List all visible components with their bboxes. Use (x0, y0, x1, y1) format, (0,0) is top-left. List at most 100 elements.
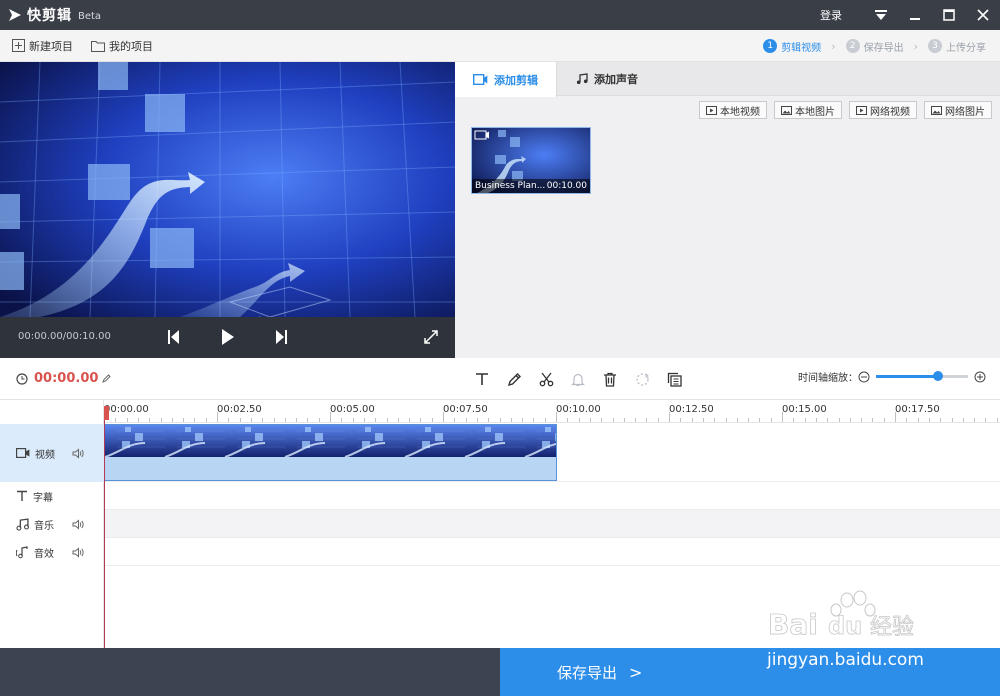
ruler-tick (126, 418, 128, 422)
tab-add-audio[interactable]: 添加声音 (558, 62, 656, 96)
project-toolbar: 新建项目 我的项目 1 剪辑视频 › 2 保存导出 › 3 上传分享 (0, 30, 1000, 62)
minimize-button[interactable] (898, 0, 932, 30)
video-preview[interactable]: 00:00.00/00:10.00 (0, 62, 455, 358)
rotate-button[interactable] (626, 367, 658, 391)
close-button[interactable] (966, 0, 1000, 30)
export-arrow-icon: > (629, 662, 643, 682)
local-video-button[interactable]: 本地视频 (699, 101, 767, 119)
ruler-tick (815, 418, 817, 422)
ruler-tick (228, 418, 230, 422)
copy-button[interactable] (658, 367, 690, 391)
new-project-icon (12, 39, 25, 52)
ruler-tick (341, 418, 343, 422)
speaker-icon[interactable] (72, 447, 84, 459)
speaker-icon[interactable] (72, 546, 84, 558)
ruler-tick (962, 418, 964, 422)
music-track[interactable] (104, 510, 1000, 538)
ruler-tick (748, 418, 750, 422)
track-label-subtitle[interactable]: 字幕 (0, 482, 104, 510)
ruler-tick (793, 418, 795, 422)
zoom-slider-handle[interactable] (932, 371, 943, 381)
playhead-handle[interactable] (104, 406, 109, 420)
ruler-tick (217, 412, 218, 422)
play-logo-icon (9, 9, 21, 21)
edit-time-icon[interactable] (102, 374, 112, 383)
menu-dropdown-button[interactable] (864, 0, 898, 30)
ruler-tick (996, 418, 998, 422)
marker-button[interactable] (562, 367, 594, 391)
ruler-tick (657, 418, 659, 422)
previous-frame-icon[interactable] (168, 330, 180, 344)
ruler-tick (646, 418, 648, 422)
subtitle-track[interactable] (104, 482, 1000, 510)
zoom-label: 时间轴缩放： (798, 373, 858, 384)
filmstrip-frame (164, 425, 225, 458)
copy-icon (667, 372, 682, 387)
login-button[interactable]: 登录 (820, 7, 842, 23)
step-label: 剪辑视频 (781, 42, 822, 54)
ruler-tick (420, 418, 422, 422)
timeline-video-clip[interactable] (104, 424, 557, 481)
button-label: 网络图片 (945, 106, 985, 118)
zoom-slider[interactable] (876, 371, 968, 381)
ruler-tick (488, 418, 490, 422)
next-frame-icon[interactable] (275, 330, 287, 344)
track-label-music[interactable]: 音乐 (0, 510, 104, 538)
ruler-tick (940, 418, 942, 422)
app-beta-badge: Beta (78, 10, 102, 22)
ruler-tick (827, 418, 829, 422)
ruler-tick (194, 418, 196, 422)
ruler-tick (431, 418, 433, 422)
track-label-sfx[interactable]: 音效 (0, 538, 104, 566)
step-save-export[interactable]: 2 保存导出 (845, 39, 904, 54)
zoom-out-icon[interactable] (858, 371, 870, 383)
ruler-tick (951, 418, 953, 422)
track-name: 字幕 (33, 492, 53, 504)
web-image-button[interactable]: 网络图片 (924, 101, 992, 119)
my-projects-button[interactable]: 我的项目 (91, 38, 153, 54)
cut-button[interactable] (530, 367, 562, 391)
maximize-button[interactable] (932, 0, 966, 30)
step-upload-share[interactable]: 3 上传分享 (928, 39, 986, 54)
local-image-button[interactable]: 本地图片 (774, 101, 842, 119)
video-camera-icon (473, 74, 488, 85)
ruler-tick (386, 418, 388, 422)
track-name: 音效 (34, 548, 54, 560)
ruler-tick (510, 418, 512, 422)
tab-add-clip[interactable]: 添加剪辑 (455, 62, 557, 97)
text-icon (476, 373, 488, 385)
ruler-tick-label: 00:17.50 (895, 404, 940, 415)
zoom-slider-fill (876, 375, 938, 378)
close-icon (977, 9, 989, 21)
ruler-tick (725, 418, 727, 422)
delete-button[interactable] (594, 367, 626, 391)
ruler-tick (928, 418, 930, 422)
save-export-button[interactable]: 保存导出 > (500, 648, 1000, 696)
media-clip-thumbnail[interactable]: Business Plan... 00:10.00 (471, 127, 591, 194)
step-edit-video[interactable]: 1 剪辑视频 (763, 39, 821, 54)
speaker-icon[interactable] (72, 518, 84, 530)
timeline-ruler[interactable]: 00:00.00 00:02.50 00:05.00 00:07.50 00:10.00… (104, 400, 1000, 423)
track-name: 视频 (35, 449, 55, 461)
fullscreen-icon[interactable] (424, 330, 438, 344)
ruler-tick (375, 418, 377, 422)
ruler-tick (849, 418, 851, 422)
ruler-tick-label: 00:02.50 (217, 404, 262, 415)
edit-button[interactable] (498, 367, 530, 391)
pencil-icon (507, 372, 521, 386)
zoom-in-icon[interactable] (974, 371, 986, 383)
bell-icon (571, 373, 585, 386)
new-project-button[interactable]: 新建项目 (12, 38, 73, 54)
play-icon[interactable] (221, 328, 235, 346)
web-video-button[interactable]: 网络视频 (849, 101, 917, 119)
track-label-video[interactable]: 视频 (0, 424, 104, 482)
add-text-button[interactable] (466, 367, 498, 391)
ruler-tick (330, 412, 331, 422)
ruler-tick (149, 418, 151, 422)
my-projects-label: 我的项目 (109, 39, 153, 53)
playhead-line[interactable] (104, 408, 105, 648)
ruler-tick (352, 418, 354, 422)
filmstrip-frame (344, 425, 405, 458)
sfx-track[interactable] (104, 538, 1000, 566)
track-labels: 视频 字幕 音乐 音效 (0, 400, 104, 648)
